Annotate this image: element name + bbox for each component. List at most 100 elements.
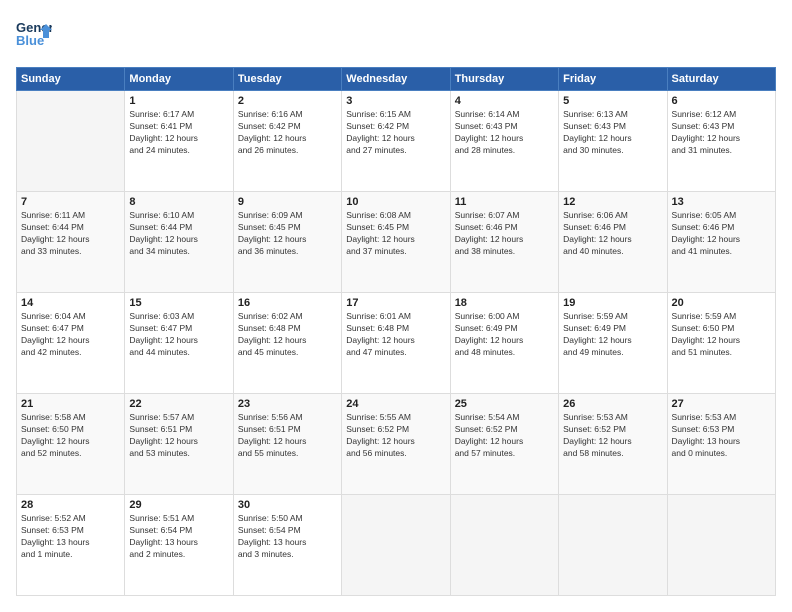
- calendar-day-cell: 22 Sunrise: 5:57 AM Sunset: 6:51 PM Dayli…: [125, 394, 233, 495]
- day-info: Sunrise: 5:56 AM Sunset: 6:51 PM Dayligh…: [238, 412, 337, 460]
- day-number: 3: [346, 95, 445, 107]
- day-number: 15: [129, 297, 228, 309]
- weekday-header-cell: Tuesday: [233, 68, 341, 91]
- weekday-header-cell: Sunday: [17, 68, 125, 91]
- calendar-week-row: 7 Sunrise: 6:11 AM Sunset: 6:44 PM Daylig…: [17, 192, 776, 293]
- day-info: Sunrise: 6:15 AM Sunset: 6:42 PM Dayligh…: [346, 109, 445, 157]
- day-number: 5: [563, 95, 662, 107]
- calendar-week-row: 21 Sunrise: 5:58 AM Sunset: 6:50 PM Dayli…: [17, 394, 776, 495]
- calendar-week-row: 28Sunrise: 5:52 AM Sunset: 6:53 PM Dayli…: [17, 495, 776, 596]
- day-number: 18: [455, 297, 554, 309]
- day-number: 2: [238, 95, 337, 107]
- calendar-day-cell: 5 Sunrise: 6:13 AM Sunset: 6:43 PM Daylig…: [559, 91, 667, 192]
- day-number: 23: [238, 398, 337, 410]
- weekday-header-cell: Friday: [559, 68, 667, 91]
- calendar-day-cell: [559, 495, 667, 596]
- calendar-day-cell: 26 Sunrise: 5:53 AM Sunset: 6:52 PM Dayli…: [559, 394, 667, 495]
- calendar-day-cell: 28Sunrise: 5:52 AM Sunset: 6:53 PM Dayli…: [17, 495, 125, 596]
- day-info: Sunrise: 6:06 AM Sunset: 6:46 PM Dayligh…: [563, 210, 662, 258]
- calendar-day-cell: 24 Sunrise: 5:55 AM Sunset: 6:52 PM Dayli…: [342, 394, 450, 495]
- day-info: Sunrise: 5:59 AM Sunset: 6:50 PM Dayligh…: [672, 311, 771, 359]
- calendar-day-cell: 25 Sunrise: 5:54 AM Sunset: 6:52 PM Dayli…: [450, 394, 558, 495]
- day-number: 7: [21, 196, 120, 208]
- day-number: 4: [455, 95, 554, 107]
- day-number: 24: [346, 398, 445, 410]
- calendar-day-cell: 16 Sunrise: 6:02 AM Sunset: 6:48 PM Dayli…: [233, 293, 341, 394]
- page: General Blue SundayMondayTuesdayWednesda…: [0, 0, 792, 612]
- day-number: 12: [563, 196, 662, 208]
- calendar-day-cell: 3 Sunrise: 6:15 AM Sunset: 6:42 PM Daylig…: [342, 91, 450, 192]
- day-number: 22: [129, 398, 228, 410]
- calendar-day-cell: 4 Sunrise: 6:14 AM Sunset: 6:43 PM Daylig…: [450, 91, 558, 192]
- weekday-header-row: SundayMondayTuesdayWednesdayThursdayFrid…: [17, 68, 776, 91]
- day-info: Sunrise: 6:11 AM Sunset: 6:44 PM Dayligh…: [21, 210, 120, 258]
- day-info: Sunrise: 6:01 AM Sunset: 6:48 PM Dayligh…: [346, 311, 445, 359]
- day-info: Sunrise: 6:16 AM Sunset: 6:42 PM Dayligh…: [238, 109, 337, 157]
- day-number: 1: [129, 95, 228, 107]
- calendar-day-cell: 10 Sunrise: 6:08 AM Sunset: 6:45 PM Dayli…: [342, 192, 450, 293]
- day-info: Sunrise: 6:02 AM Sunset: 6:48 PM Dayligh…: [238, 311, 337, 359]
- calendar-day-cell: 6 Sunrise: 6:12 AM Sunset: 6:43 PM Daylig…: [667, 91, 775, 192]
- calendar-day-cell: 30 Sunrise: 5:50 AM Sunset: 6:54 PM Dayli…: [233, 495, 341, 596]
- day-info: Sunrise: 6:17 AM Sunset: 6:41 PM Dayligh…: [129, 109, 228, 157]
- day-number: 9: [238, 196, 337, 208]
- calendar-day-cell: [667, 495, 775, 596]
- calendar-day-cell: [17, 91, 125, 192]
- calendar-day-cell: 29Sunrise: 5:51 AM Sunset: 6:54 PM Dayli…: [125, 495, 233, 596]
- calendar-table: SundayMondayTuesdayWednesdayThursdayFrid…: [16, 67, 776, 596]
- weekday-header-cell: Monday: [125, 68, 233, 91]
- day-number: 19: [563, 297, 662, 309]
- day-info: Sunrise: 5:59 AM Sunset: 6:49 PM Dayligh…: [563, 311, 662, 359]
- calendar-day-cell: 27 Sunrise: 5:53 AM Sunset: 6:53 PM Dayli…: [667, 394, 775, 495]
- weekday-header-cell: Thursday: [450, 68, 558, 91]
- day-number: 8: [129, 196, 228, 208]
- day-number: 27: [672, 398, 771, 410]
- day-info: Sunrise: 5:58 AM Sunset: 6:50 PM Dayligh…: [21, 412, 120, 460]
- weekday-header-cell: Wednesday: [342, 68, 450, 91]
- calendar-week-row: 1 Sunrise: 6:17 AM Sunset: 6:41 PM Daylig…: [17, 91, 776, 192]
- day-info: Sunrise: 6:14 AM Sunset: 6:43 PM Dayligh…: [455, 109, 554, 157]
- calendar-day-cell: 1 Sunrise: 6:17 AM Sunset: 6:41 PM Daylig…: [125, 91, 233, 192]
- calendar-day-cell: 9 Sunrise: 6:09 AM Sunset: 6:45 PM Daylig…: [233, 192, 341, 293]
- calendar-day-cell: 11Sunrise: 6:07 AM Sunset: 6:46 PM Dayli…: [450, 192, 558, 293]
- day-number: 25: [455, 398, 554, 410]
- day-info: Sunrise: 5:57 AM Sunset: 6:51 PM Dayligh…: [129, 412, 228, 460]
- day-number: 13: [672, 196, 771, 208]
- calendar-day-cell: 14Sunrise: 6:04 AM Sunset: 6:47 PM Dayli…: [17, 293, 125, 394]
- calendar-week-row: 14Sunrise: 6:04 AM Sunset: 6:47 PM Dayli…: [17, 293, 776, 394]
- day-info: Sunrise: 5:54 AM Sunset: 6:52 PM Dayligh…: [455, 412, 554, 460]
- calendar-day-cell: 8Sunrise: 6:10 AM Sunset: 6:44 PM Daylig…: [125, 192, 233, 293]
- day-number: 29: [129, 499, 228, 511]
- svg-text:Blue: Blue: [16, 33, 44, 48]
- calendar-day-cell: 17 Sunrise: 6:01 AM Sunset: 6:48 PM Dayli…: [342, 293, 450, 394]
- day-number: 17: [346, 297, 445, 309]
- calendar-day-cell: 23 Sunrise: 5:56 AM Sunset: 6:51 PM Dayli…: [233, 394, 341, 495]
- day-number: 30: [238, 499, 337, 511]
- day-number: 16: [238, 297, 337, 309]
- day-number: 10: [346, 196, 445, 208]
- day-info: Sunrise: 5:50 AM Sunset: 6:54 PM Dayligh…: [238, 513, 337, 561]
- day-info: Sunrise: 6:08 AM Sunset: 6:45 PM Dayligh…: [346, 210, 445, 258]
- day-number: 20: [672, 297, 771, 309]
- day-info: Sunrise: 6:09 AM Sunset: 6:45 PM Dayligh…: [238, 210, 337, 258]
- day-info: Sunrise: 5:52 AM Sunset: 6:53 PM Dayligh…: [21, 513, 120, 561]
- logo-icon: General Blue: [16, 16, 52, 57]
- day-info: Sunrise: 5:53 AM Sunset: 6:52 PM Dayligh…: [563, 412, 662, 460]
- calendar-day-cell: 18 Sunrise: 6:00 AM Sunset: 6:49 PM Dayli…: [450, 293, 558, 394]
- day-number: 21: [21, 398, 120, 410]
- calendar-day-cell: 12 Sunrise: 6:06 AM Sunset: 6:46 PM Dayli…: [559, 192, 667, 293]
- day-info: Sunrise: 6:04 AM Sunset: 6:47 PM Dayligh…: [21, 311, 120, 359]
- calendar-day-cell: 7 Sunrise: 6:11 AM Sunset: 6:44 PM Daylig…: [17, 192, 125, 293]
- day-number: 6: [672, 95, 771, 107]
- day-info: Sunrise: 6:12 AM Sunset: 6:43 PM Dayligh…: [672, 109, 771, 157]
- calendar-day-cell: [342, 495, 450, 596]
- day-number: 26: [563, 398, 662, 410]
- day-info: Sunrise: 5:53 AM Sunset: 6:53 PM Dayligh…: [672, 412, 771, 460]
- day-info: Sunrise: 6:00 AM Sunset: 6:49 PM Dayligh…: [455, 311, 554, 359]
- calendar-day-cell: [450, 495, 558, 596]
- day-info: Sunrise: 6:13 AM Sunset: 6:43 PM Dayligh…: [563, 109, 662, 157]
- calendar-day-cell: 19 Sunrise: 5:59 AM Sunset: 6:49 PM Dayli…: [559, 293, 667, 394]
- day-info: Sunrise: 5:55 AM Sunset: 6:52 PM Dayligh…: [346, 412, 445, 460]
- day-info: Sunrise: 6:03 AM Sunset: 6:47 PM Dayligh…: [129, 311, 228, 359]
- calendar-day-cell: 15 Sunrise: 6:03 AM Sunset: 6:47 PM Dayli…: [125, 293, 233, 394]
